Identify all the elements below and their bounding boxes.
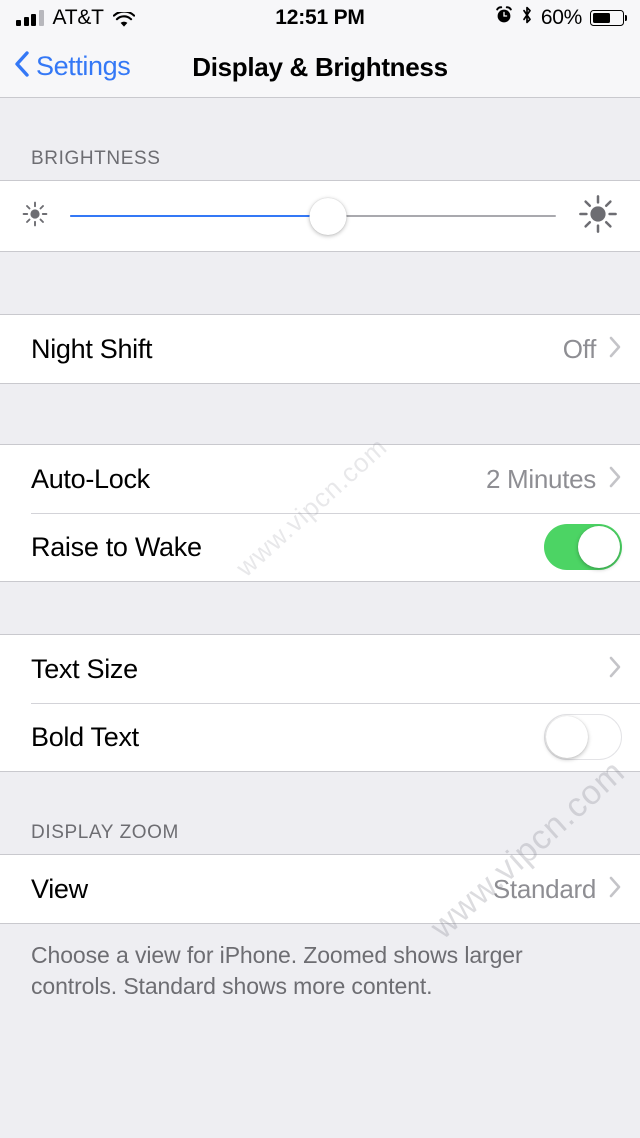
- raise-to-wake-toggle[interactable]: [544, 524, 622, 570]
- chevron-right-icon: [608, 655, 622, 684]
- display-zoom-group: View Standard: [0, 854, 640, 924]
- wifi-icon: [112, 10, 135, 27]
- bluetooth-icon: [521, 6, 533, 30]
- text-group: Text Size Bold Text: [0, 634, 640, 772]
- signal-bars-icon: [16, 10, 44, 26]
- night-shift-group: Night Shift Off: [0, 314, 640, 384]
- status-bar-right: 60%: [495, 6, 624, 30]
- status-bar: AT&T 12:51 PM 60%: [0, 0, 640, 36]
- auto-lock-value: 2 Minutes: [485, 463, 596, 494]
- spacer-above-text-size: [0, 582, 640, 634]
- carrier-label: AT&T: [52, 6, 105, 29]
- slider-fill: [70, 214, 328, 218]
- navigation-bar: Settings Display & Brightness: [0, 36, 640, 98]
- spacer-above-night-shift: [0, 252, 640, 314]
- battery-icon: [590, 10, 624, 26]
- chevron-left-icon: [14, 50, 30, 83]
- clock-label: 12:51 PM: [275, 6, 365, 29]
- row-view[interactable]: View Standard: [0, 855, 640, 923]
- chevron-right-icon: [608, 465, 622, 494]
- view-value: Standard: [492, 873, 596, 904]
- section-header-display-zoom: DISPLAY ZOOM: [0, 812, 640, 854]
- spacer-above-brightness: [0, 98, 640, 138]
- night-shift-right: Off: [563, 334, 622, 365]
- status-bar-left: AT&T: [16, 6, 135, 30]
- auto-lock-group: Auto-Lock 2 Minutes Raise to Wake: [0, 444, 640, 582]
- sun-large-icon: [576, 192, 620, 241]
- brightness-slider-row: [0, 181, 640, 251]
- bold-text-label: Bold Text: [31, 721, 139, 752]
- chevron-right-icon: [608, 875, 622, 904]
- alarm-clock-icon: [495, 6, 513, 30]
- section-header-brightness: BRIGHTNESS: [0, 138, 640, 180]
- row-night-shift[interactable]: Night Shift Off: [0, 315, 640, 383]
- brightness-slider[interactable]: [70, 196, 556, 236]
- battery-percent-label: 60%: [540, 6, 582, 29]
- night-shift-value: Off: [562, 333, 597, 364]
- text-size-right: [608, 655, 622, 684]
- brightness-group: [0, 180, 640, 252]
- raise-to-wake-label: Raise to Wake: [31, 531, 202, 562]
- sun-small-icon: [20, 199, 50, 234]
- bold-text-toggle[interactable]: [544, 714, 622, 760]
- view-right: Standard: [493, 874, 622, 905]
- back-button[interactable]: Settings: [0, 50, 131, 83]
- display-zoom-footer-text: Choose a view for iPhone. Zoomed shows l…: [0, 924, 640, 1003]
- spacer-above-display-zoom: [0, 772, 640, 812]
- text-size-label: Text Size: [31, 653, 138, 684]
- back-button-label: Settings: [36, 51, 131, 81]
- row-raise-to-wake[interactable]: Raise to Wake: [0, 513, 640, 581]
- iphone-screen: AT&T 12:51 PM 60% Settings Display & Bri…: [0, 0, 640, 1138]
- bold-text-right: [544, 714, 622, 760]
- raise-to-wake-right: [544, 524, 622, 570]
- auto-lock-label: Auto-Lock: [31, 463, 150, 494]
- auto-lock-right: 2 Minutes: [486, 464, 622, 495]
- view-label: View: [31, 873, 88, 904]
- row-auto-lock[interactable]: Auto-Lock 2 Minutes: [0, 445, 640, 513]
- spacer-above-auto-lock: [0, 384, 640, 444]
- toggle-knob: [545, 715, 588, 758]
- night-shift-label: Night Shift: [31, 333, 153, 364]
- toggle-knob: [578, 526, 620, 568]
- row-text-size[interactable]: Text Size: [0, 635, 640, 703]
- row-bold-text[interactable]: Bold Text: [0, 703, 640, 771]
- slider-thumb[interactable]: [309, 197, 347, 235]
- chevron-right-icon: [608, 335, 622, 364]
